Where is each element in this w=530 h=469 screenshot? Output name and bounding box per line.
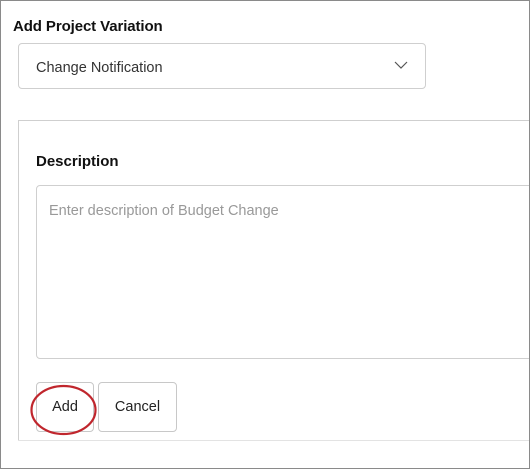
description-textarea[interactable] [36, 185, 529, 359]
section-divider [18, 120, 529, 121]
cancel-button[interactable]: Cancel [98, 382, 177, 432]
chevron-down-icon [394, 61, 408, 69]
add-project-variation-panel: Add Project Variation Change Notificatio… [0, 0, 530, 469]
section-border-left [18, 120, 19, 440]
bottom-divider [18, 440, 529, 441]
description-label: Description [36, 153, 119, 170]
add-button[interactable]: Add [36, 382, 94, 432]
variation-type-select[interactable]: Change Notification [18, 43, 426, 89]
variation-type-selected-value: Change Notification [36, 60, 163, 76]
panel-title: Add Project Variation [13, 18, 163, 35]
